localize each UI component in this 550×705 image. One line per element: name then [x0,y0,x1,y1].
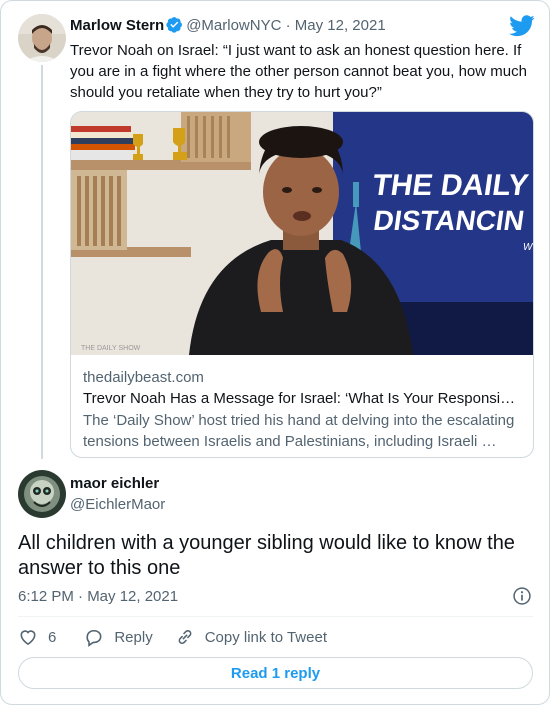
thread-connector-line [41,65,43,459]
quoted-author-handle[interactable]: @MarlowNYC [186,17,281,34]
quoted-tweet-date[interactable]: May 12, 2021 [295,17,386,34]
link-preview-card[interactable]: THE DAILY SO DISTANCIN WIT THE DAILY SHO… [70,111,534,458]
copy-link-label: Copy link to Tweet [204,628,327,646]
copy-link-button[interactable]: Copy link to Tweet [175,627,327,647]
like-button[interactable]: 6 [18,627,56,647]
quoted-author-name[interactable]: Marlow Stern [70,17,164,34]
reply-author-name[interactable]: maor eichler [70,475,159,492]
twitter-bird-icon[interactable] [509,15,535,37]
heart-icon [20,630,36,646]
tweet-embed-card: Marlow Stern @MarlowNYC · May 12, 2021 Tr… [0,0,550,705]
link-icon [178,630,192,644]
speech-bubble-icon [86,629,102,647]
link-domain: thedailybeast.com [83,369,204,386]
reply-author-avatar[interactable] [18,470,66,518]
info-icon[interactable] [512,586,532,606]
divider [18,616,533,617]
reply-button[interactable]: Reply [84,627,153,647]
link-title[interactable]: Trevor Noah Has a Message for Israel: ‘W… [83,390,521,407]
reply-label: Reply [114,628,153,646]
link-preview-image: THE DAILY SO DISTANCIN WIT THE DAILY SHO… [71,112,533,355]
quoted-author-avatar[interactable] [18,14,66,62]
verified-badge-icon [166,16,183,37]
quoted-tweet-text: Trevor Noah on Israel: “I just want to a… [70,42,527,101]
link-description: The ‘Daily Show’ host tried his hand at … [83,412,515,450]
action-bar: 6 Reply Copy link to Tweet [18,627,349,647]
tv-screen-text-2: DISTANCIN [372,205,527,236]
quoted-tweet-header: Marlow Stern @MarlowNYC · May 12, 2021 [70,16,386,37]
reply-tweet-text: All children with a younger sibling woul… [18,532,515,579]
reply-timestamp[interactable]: 6:12 PM · May 12, 2021 [18,588,178,605]
read-reply-button[interactable]: Read 1 reply [18,657,533,689]
image-watermark: THE DAILY SHOW [81,345,141,352]
tv-screen-text-3: WIT [523,242,533,253]
reply-author-handle[interactable]: @EichlerMaor [70,496,165,513]
meta-separator: · [285,17,291,34]
tv-screen-text-1: THE DAILY SO [370,169,533,202]
like-count: 6 [48,628,57,646]
